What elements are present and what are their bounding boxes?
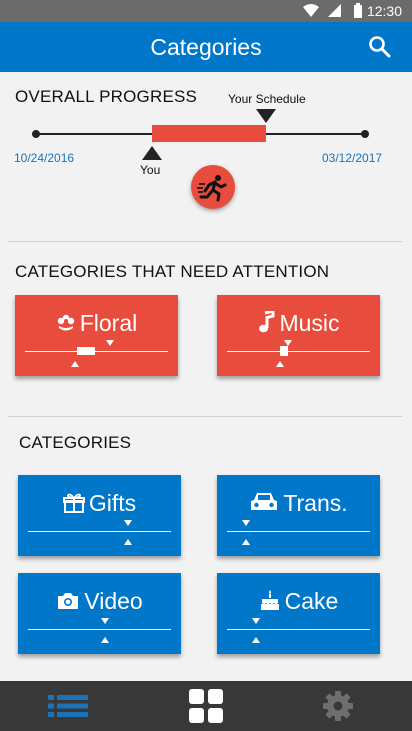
running-person-icon: [197, 175, 227, 202]
timeline-end-dot: [361, 130, 369, 138]
divider: [8, 416, 402, 417]
you-marker: [142, 146, 162, 160]
signal-icon: [328, 4, 341, 17]
start-date: 10/24/2016: [14, 151, 75, 165]
battery-icon: [354, 3, 362, 18]
page-title: Categories: [150, 34, 262, 60]
nav-settings-button[interactable]: [274, 681, 411, 731]
nav-grid-button[interactable]: [137, 681, 274, 731]
category-card-cake[interactable]: Cake: [217, 573, 380, 654]
category-card-floral[interactable]: Floral: [15, 295, 178, 376]
grid-icon: [189, 689, 223, 723]
camera-icon: [58, 593, 79, 609]
timeline-start-dot: [32, 130, 40, 138]
you-tick: [124, 539, 132, 545]
card-progress-track: [25, 351, 168, 352]
flower-icon: [57, 314, 74, 331]
progress-heading: OVERALL PROGRESS: [15, 87, 198, 106]
card-label: Video: [84, 588, 143, 614]
card-progress-track: [227, 629, 370, 630]
runner-button[interactable]: [191, 165, 235, 209]
divider: [8, 241, 402, 242]
card-label: Cake: [284, 588, 339, 614]
attention-heading: CATEGORIES THAT NEED ATTENTION: [15, 262, 330, 281]
category-card-trans[interactable]: Trans.: [217, 475, 380, 556]
category-card-video[interactable]: Video: [18, 573, 181, 654]
music-note-icon: [259, 309, 275, 333]
schedule-tick: [124, 520, 132, 526]
card-label: Floral: [79, 310, 138, 336]
you-tick: [276, 361, 284, 367]
wifi-icon: [303, 4, 319, 17]
card-label: Trans.: [283, 490, 348, 516]
cake-icon: [260, 590, 279, 610]
list-icon: [48, 695, 88, 717]
nav-list-button[interactable]: [0, 681, 137, 731]
search-icon[interactable]: [368, 35, 392, 59]
card-progress-knob: [77, 347, 95, 355]
schedule-tick: [252, 618, 260, 624]
gift-icon: [62, 493, 85, 513]
settings-icon: [323, 691, 353, 721]
you-tick: [252, 637, 260, 643]
car-icon: [251, 493, 278, 510]
card-progress-track: [28, 531, 171, 532]
schedule-tick: [106, 340, 114, 346]
schedule-label: Your Schedule: [228, 92, 306, 106]
app-bar: Categories: [0, 22, 412, 72]
you-tick: [101, 637, 109, 643]
end-date: 03/12/2017: [322, 151, 383, 165]
categories-heading: CATEGORIES: [19, 433, 132, 452]
status-time: 12:30: [366, 3, 402, 19]
you-tick: [71, 361, 79, 367]
category-card-gifts[interactable]: Gifts: [18, 475, 181, 556]
card-label: Music: [279, 310, 340, 336]
you-label: You: [140, 163, 161, 177]
bottom-nav: [0, 681, 412, 731]
progress-behind-bar: [152, 125, 266, 142]
status-bar: 12:30: [0, 0, 412, 22]
category-card-music[interactable]: Music: [217, 295, 380, 376]
card-progress-track: [227, 351, 370, 352]
schedule-tick: [242, 520, 250, 526]
you-tick: [242, 539, 250, 545]
card-progress-knob: [280, 346, 288, 356]
card-progress-track: [28, 629, 171, 630]
schedule-marker: [256, 109, 276, 123]
card-label: Gifts: [88, 490, 137, 516]
schedule-tick: [101, 618, 109, 624]
card-progress-track: [227, 531, 370, 532]
